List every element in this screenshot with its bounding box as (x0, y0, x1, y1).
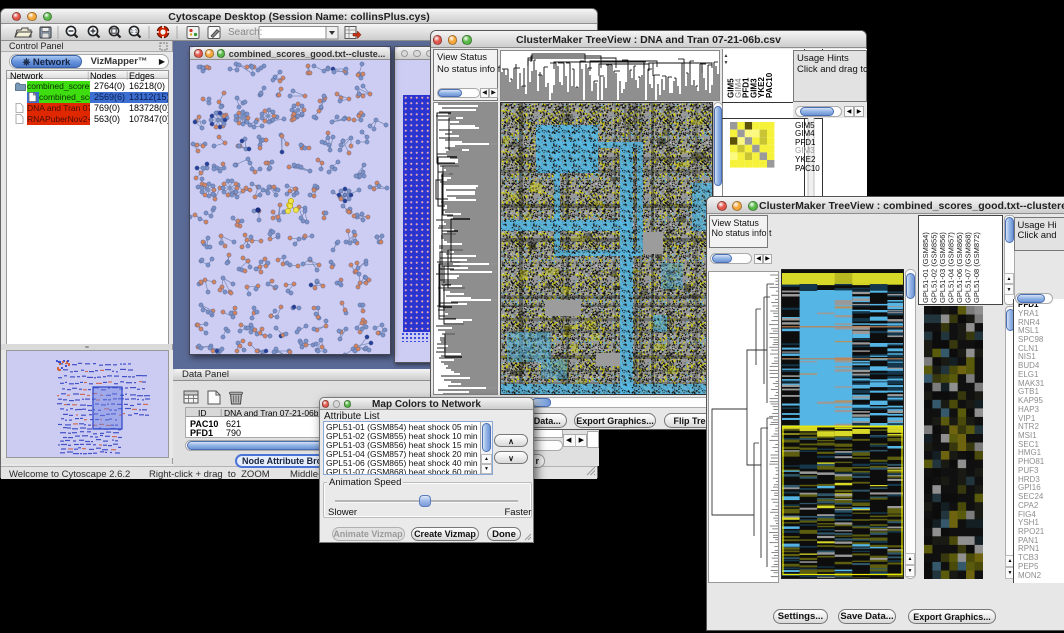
svg-text:PAC10: PAC10 (765, 72, 774, 98)
svg-text:GPL51-08 (GSM872): GPL51-08 (GSM872) (971, 231, 980, 302)
svg-text:1:1: 1:1 (131, 29, 138, 35)
